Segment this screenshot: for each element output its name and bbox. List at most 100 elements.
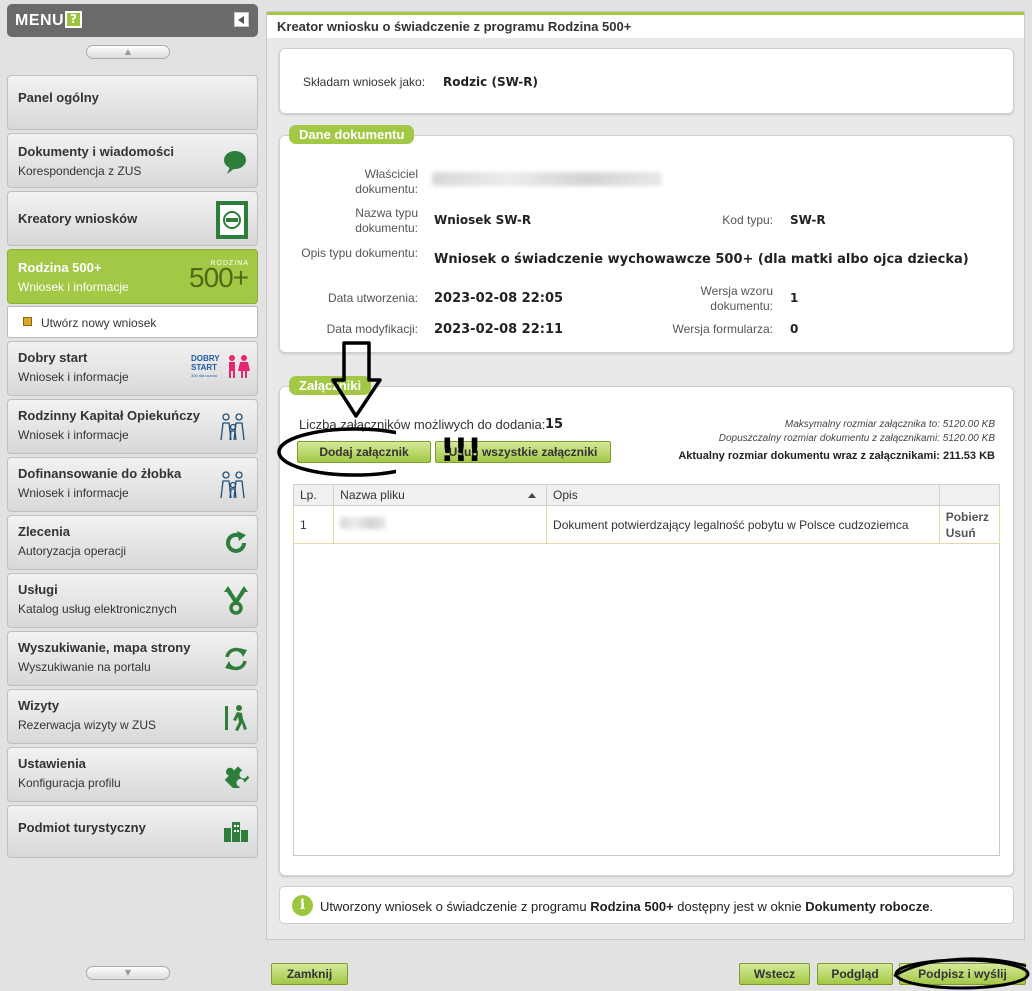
menu-title: MENU xyxy=(15,12,65,29)
delete-link[interactable]: Usuń xyxy=(946,525,999,541)
download-link[interactable]: Pobierz xyxy=(946,509,999,525)
nav-item-subtitle: Katalog usług elektronicznych xyxy=(18,602,177,616)
nav-item-title: Zlecenia xyxy=(18,524,71,539)
col-actions xyxy=(938,484,1001,506)
nav-item-ustawienia[interactable]: Ustawienia Konfiguracja profilu xyxy=(7,747,258,802)
attachments-heading: Załączniki xyxy=(289,376,372,395)
nav-item-title: Dobry start xyxy=(18,350,88,365)
info-text: Utworzony wniosek o świadczenie z progra… xyxy=(320,899,933,914)
created-label: Data utworzenia: xyxy=(327,291,418,305)
info-text-part: . xyxy=(929,899,934,914)
owner-value-redacted xyxy=(432,172,662,186)
nav-item-rodzina-500[interactable]: Rodzina 500+ Wniosek i informacje RODZIN… xyxy=(7,249,258,304)
puzzle-icon xyxy=(224,766,249,788)
collapse-menu-icon[interactable] xyxy=(234,12,249,27)
nav-item-uslugi[interactable]: Usługi Katalog usług elektronicznych xyxy=(7,573,258,628)
nav-item-kreatory[interactable]: Kreatory wniosków xyxy=(7,191,258,246)
attachments-count-label: Liczba załączników możliwych do dodania: xyxy=(299,417,546,432)
row-file-name xyxy=(333,505,548,544)
doc-desc-value: Wniosek o świadczenie wychowawcze 500+ (… xyxy=(434,252,969,267)
nav-item-title: Dofinansowanie do żłobka xyxy=(18,466,182,481)
modified-value: 2023-02-08 22:11 xyxy=(434,322,564,337)
form-version-value: 0 xyxy=(790,322,799,336)
document-data-panel: Właściciel dokumentu: Nazwa typu dokumen… xyxy=(279,135,1014,353)
close-button[interactable]: Zamknij xyxy=(271,963,348,985)
logo-line: DOBRY xyxy=(191,354,220,363)
allowed-document-size: Dopuszczalny rozmiar dokumentu z załączn… xyxy=(718,433,995,444)
template-version-label: Wersja wzoru dokumentu: xyxy=(700,284,773,313)
children-icon xyxy=(229,355,250,378)
nav-item-title: Wizyty xyxy=(18,698,60,713)
type-code-label: Kod typu: xyxy=(722,213,773,227)
doc-type-label: Nazwa typu dokumentu: xyxy=(355,206,418,235)
nav-item-wyszukiwanie[interactable]: Wyszukiwanie, mapa strony Wyszukiwanie n… xyxy=(7,631,258,686)
info-text-part: Utworzony wniosek o świadczenie z progra… xyxy=(320,899,591,914)
doc-type-value: Wniosek SW-R xyxy=(434,213,532,227)
current-document-size: Aktualny rozmiar dokumentu wraz z załącz… xyxy=(678,450,995,462)
rodzina-500-logo: RODZINA 500+ xyxy=(189,260,251,294)
applicant-value: Rodzic (SW-R) xyxy=(443,75,538,89)
sync-icon xyxy=(225,647,247,671)
nav-item-title: Usługi xyxy=(18,582,58,597)
back-button[interactable]: Wstecz xyxy=(739,963,810,985)
nav-item-subtitle: Wniosek i informacje xyxy=(18,370,129,384)
nav-item-title: Rodzinny Kapitał Opiekuńczy xyxy=(18,408,201,423)
col-file-name-label: Nazwa pliku xyxy=(340,488,405,502)
family-icon xyxy=(220,471,245,499)
nav-item-title: Podmiot turystyczny xyxy=(18,820,146,835)
sign-and-send-button[interactable]: Podpisz i wyślij xyxy=(899,963,1026,985)
nav-item-dokumenty[interactable]: Dokumenty i wiadomości Korespondencja z … xyxy=(7,133,258,188)
table-header-row: Lp. Nazwa pliku Opis xyxy=(292,484,1001,506)
nav-item-rko[interactable]: Rodzinny Kapitał Opiekuńczy Wniosek i in… xyxy=(7,399,258,454)
main-content: Kreator wniosku o świadczenie z programu… xyxy=(266,11,1025,940)
nav-item-title: Kreatory wniosków xyxy=(18,211,138,226)
scroll-down-button[interactable]: ▼ xyxy=(86,966,170,980)
info-message: i Utworzony wniosek o świadczenie z prog… xyxy=(279,886,1014,924)
add-attachment-button[interactable]: Dodaj załącznik xyxy=(297,441,431,463)
nav-item-subtitle: Wyszukiwanie na portalu xyxy=(18,660,151,674)
document-data-heading: Dane dokumentu xyxy=(289,125,415,144)
row-description: Dokument potwierdzający legalność pobytu… xyxy=(546,505,940,544)
nav-item-title: Wyszukiwanie, mapa strony xyxy=(18,640,191,655)
nav-item-title: Panel ogólny xyxy=(18,90,99,105)
remove-all-attachments-button[interactable]: Usuń wszystkie załączniki xyxy=(435,441,611,463)
owner-label: Właściciel dokumentu: xyxy=(355,167,418,196)
subitem-utworz-nowy-wniosek[interactable]: Utwórz nowy wniosek xyxy=(7,306,258,338)
drafts-link[interactable]: Dokumenty robocze xyxy=(805,899,929,914)
col-description[interactable]: Opis xyxy=(546,484,940,506)
nav-item-title: Dokumenty i wiadomości xyxy=(18,144,175,159)
nav-item-subtitle: Konfiguracja profilu xyxy=(18,776,121,790)
col-lp[interactable]: Lp. xyxy=(292,484,335,506)
nav-item-zlecenia[interactable]: Zlecenia Autoryzacja operacji xyxy=(7,515,258,570)
nav-item-subtitle: Korespondencja z ZUS xyxy=(18,164,142,178)
nav-item-wizyty[interactable]: Wizyty Rezerwacja wizyty w ZUS xyxy=(7,689,258,744)
modified-label: Data modyfikacji: xyxy=(326,322,418,336)
nav-item-subtitle: Wniosek i informacje xyxy=(18,280,129,294)
nav-item-dobry-start[interactable]: Dobry start Wniosek i informacje DOBRY S… xyxy=(7,341,258,396)
info-text-bold: Rodzina 500+ xyxy=(590,899,674,914)
sidebar: MENU ? ▲ Panel ogólny Dokumenty i wiadom… xyxy=(0,0,265,991)
nav-item-subtitle: Wniosek i informacje xyxy=(18,486,129,500)
dobry-start-logo: DOBRY START 300 dla ucznia xyxy=(191,352,251,386)
table-row: 1 Dokument potwierdzający legalność poby… xyxy=(292,505,1001,544)
buildings-icon xyxy=(224,822,248,842)
logo-line: START xyxy=(191,363,218,372)
bullet-icon xyxy=(23,317,32,326)
sort-asc-icon xyxy=(528,493,537,498)
col-file-name[interactable]: Nazwa pliku xyxy=(333,484,548,506)
preview-button[interactable]: Podgląd xyxy=(817,963,893,985)
nav-item-dofinansowanie-zlobka[interactable]: Dofinansowanie do żłobka Wniosek i infor… xyxy=(7,457,258,512)
nav-item-title: Rodzina 500+ xyxy=(18,260,102,275)
info-icon: i xyxy=(292,895,313,916)
nav-item-panel-ogolny[interactable]: Panel ogólny xyxy=(7,75,258,130)
help-icon[interactable]: ? xyxy=(65,11,82,28)
wizard-title-bar: Kreator wniosku o świadczenie z programu… xyxy=(267,12,1024,38)
created-value: 2023-02-08 22:05 xyxy=(434,291,564,306)
scroll-up-button[interactable]: ▲ xyxy=(86,45,170,59)
refresh-icon xyxy=(226,531,246,553)
family-icon xyxy=(220,413,245,441)
max-attachment-size: Maksymalny rozmiar załącznika to: 5120.0… xyxy=(784,419,995,430)
template-version-value: 1 xyxy=(790,291,799,305)
nav-item-podmiot-turystyczny[interactable]: Podmiot turystyczny xyxy=(7,805,258,858)
nav-item-title: Ustawienia xyxy=(18,756,86,771)
